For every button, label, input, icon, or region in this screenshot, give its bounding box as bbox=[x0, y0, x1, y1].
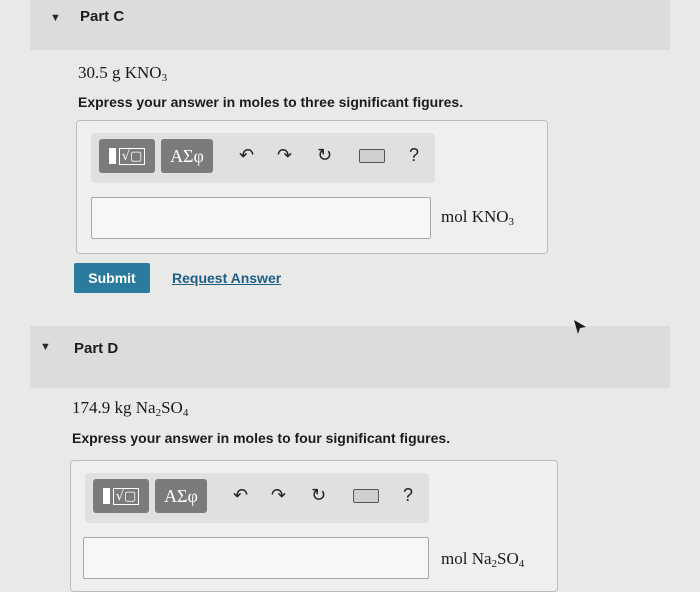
help-icon[interactable]: ? bbox=[409, 145, 419, 166]
mouse-cursor-icon bbox=[574, 320, 586, 334]
part-c-answer-box: √▢ ΑΣφ ↶ ↷ ↻ ? mol KNO3 bbox=[76, 120, 548, 254]
part-d-title: Part D bbox=[74, 340, 119, 357]
reset-icon[interactable]: ↻ bbox=[317, 145, 332, 166]
part-c-collapse-icon[interactable]: ▼ bbox=[50, 12, 61, 24]
help-icon[interactable]: ? bbox=[403, 485, 413, 506]
part-d-quantity: 174.9 kg Na2SO4 bbox=[72, 398, 189, 419]
request-answer-link[interactable]: Request Answer bbox=[172, 270, 281, 286]
keyboard-icon[interactable] bbox=[353, 489, 379, 503]
greek-symbols-button[interactable]: ΑΣφ bbox=[161, 139, 213, 173]
part-d-answer-box: √▢ ΑΣφ ↶ ↷ ↻ ? mol Na2SO4 bbox=[70, 460, 558, 592]
undo-icon[interactable]: ↶ bbox=[239, 145, 254, 166]
part-c-quantity: 30.5 g KNO3 bbox=[78, 63, 168, 84]
greek-symbols-button[interactable]: ΑΣφ bbox=[155, 479, 207, 513]
part-c-toolbar: √▢ ΑΣφ ↶ ↷ ↻ ? bbox=[91, 133, 435, 183]
fraction-sqrt-icon: √▢ bbox=[102, 487, 140, 505]
part-d-instruction: Express your answer in moles to four sig… bbox=[72, 430, 451, 446]
part-c-unit: mol KNO3 bbox=[441, 207, 515, 228]
part-d-collapse-icon[interactable]: ▼ bbox=[40, 341, 51, 353]
keyboard-icon[interactable] bbox=[359, 149, 385, 163]
fraction-sqrt-icon: √▢ bbox=[108, 147, 146, 165]
part-c-answer-input[interactable] bbox=[91, 197, 431, 239]
redo-icon[interactable]: ↷ bbox=[277, 145, 292, 166]
reset-icon[interactable]: ↻ bbox=[311, 485, 326, 506]
part-c-title: Part C bbox=[80, 8, 125, 25]
part-c-header[interactable] bbox=[30, 0, 670, 50]
template-button[interactable]: √▢ bbox=[99, 139, 155, 173]
part-d-unit: mol Na2SO4 bbox=[441, 549, 525, 570]
part-c-instruction: Express your answer in moles to three si… bbox=[78, 94, 464, 110]
submit-button[interactable]: Submit bbox=[74, 263, 150, 293]
part-d-answer-input[interactable] bbox=[83, 537, 429, 579]
part-d-toolbar: √▢ ΑΣφ ↶ ↷ ↻ ? bbox=[85, 473, 429, 523]
undo-icon[interactable]: ↶ bbox=[233, 485, 248, 506]
redo-icon[interactable]: ↷ bbox=[271, 485, 286, 506]
template-button[interactable]: √▢ bbox=[93, 479, 149, 513]
